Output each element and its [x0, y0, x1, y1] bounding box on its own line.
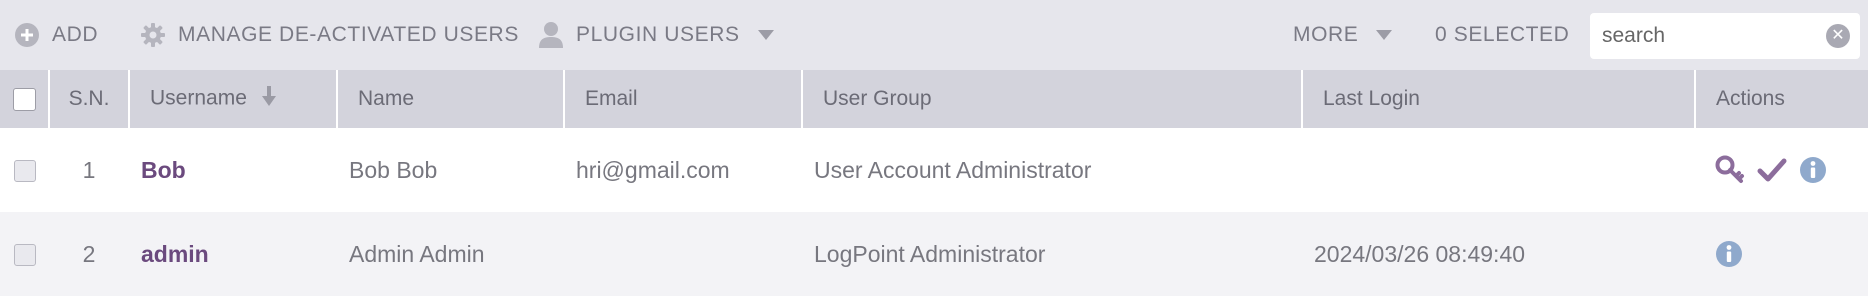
actions-cell [1695, 128, 1868, 212]
table-row: 2 admin Admin Admin LogPoint Administrat… [0, 212, 1868, 296]
username-header-label: Username [150, 86, 247, 110]
user-group-cell: LogPoint Administrator [814, 240, 1046, 267]
key-icon[interactable] [1715, 155, 1745, 185]
name-cell: Admin Admin [349, 240, 485, 267]
actions-header: Actions [1716, 87, 1785, 110]
search-box: ✕ [1590, 13, 1860, 59]
row-checkbox[interactable] [13, 244, 36, 267]
user-group-cell: User Account Administrator [814, 156, 1092, 183]
select-all-cell [0, 70, 50, 128]
actions-cell [1695, 212, 1868, 296]
selected-count: 0 SELECTED [1435, 23, 1569, 47]
search-input[interactable] [1590, 23, 1814, 49]
username-header[interactable]: Username [129, 70, 338, 128]
selected-label: 0 SELECTED [1435, 23, 1570, 46]
info-icon[interactable] [1799, 156, 1827, 184]
manage-deactivated-users-button[interactable]: MANAGE DE-ACTIVATED USERS [140, 22, 519, 48]
sn-header: S.N. [49, 70, 130, 128]
last-login-cell [1302, 128, 1695, 212]
email-cell: hri@gmail.com [576, 156, 730, 183]
sort-down-arrow-icon [261, 85, 277, 113]
gear-icon [140, 22, 166, 48]
name-cell: Bob Bob [349, 156, 438, 183]
plus-circle-icon [14, 22, 40, 48]
plugin-users-dropdown[interactable]: PLUGIN USERS [538, 21, 774, 49]
select-all-checkbox[interactable] [12, 87, 36, 111]
username-link[interactable]: admin [129, 212, 337, 296]
last-login-header[interactable]: Last Login [1302, 70, 1696, 128]
table-row: 1 Bob Bob Bob hri@gmail.com User Account… [0, 128, 1868, 212]
sn-cell: 1 [82, 156, 96, 183]
last-login-cell: 2024/03/26 08:49:40 [1314, 240, 1526, 267]
toolbar: ADD MANAGE DE-ACTIVATED USERS PLUGIN USE… [0, 0, 1868, 70]
add-button[interactable]: ADD [14, 22, 98, 48]
check-icon[interactable] [1757, 155, 1787, 185]
chevron-down-icon [1376, 30, 1393, 40]
more-dropdown[interactable]: MORE [1293, 23, 1393, 47]
info-icon[interactable] [1715, 240, 1743, 268]
add-label: ADD [52, 23, 99, 46]
username-link[interactable]: Bob [129, 128, 337, 212]
table-header-row: S.N. Username Name Email User Group Last… [0, 70, 1868, 128]
sn-cell: 2 [82, 240, 96, 267]
users-table: S.N. Username Name Email User Group Last… [0, 70, 1868, 296]
row-checkbox[interactable] [13, 160, 36, 183]
row-select-cell [0, 212, 49, 296]
user-group-header[interactable]: User Group [802, 70, 1303, 128]
row-select-cell [0, 128, 49, 212]
chevron-down-icon [757, 30, 774, 40]
email-header[interactable]: Email [564, 70, 803, 128]
manage-label: MANAGE DE-ACTIVATED USERS [178, 23, 519, 46]
user-icon [538, 21, 564, 49]
more-label: MORE [1293, 23, 1359, 46]
email-cell [564, 212, 802, 296]
name-header[interactable]: Name [337, 70, 565, 128]
plugin-label: PLUGIN USERS [576, 23, 740, 46]
clear-search-icon[interactable]: ✕ [1826, 24, 1850, 48]
